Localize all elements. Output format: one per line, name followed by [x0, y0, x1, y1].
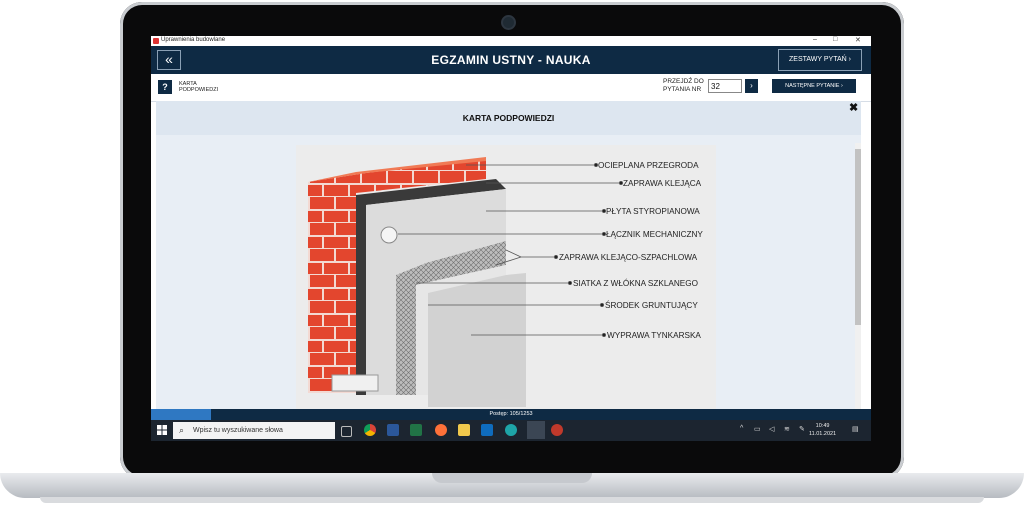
tray-pen-icon[interactable]: ✎ [799, 425, 805, 433]
notifications-icon[interactable]: ▤ [852, 425, 859, 433]
edge-icon[interactable] [505, 424, 517, 436]
tray-wifi-icon[interactable]: ≋ [784, 425, 790, 433]
taskbar-search-input[interactable]: ⌕ Wpisz tu wyszukiwane słowa [173, 422, 335, 439]
toolbar: ? KARTA PODPOWIEDZI PRZEJDŹ DO PYTANIA N… [151, 74, 871, 102]
laptop-shadow [40, 497, 984, 503]
window-title: Uprawnienia budowlane [161, 37, 226, 43]
taskbar-search-placeholder: Wpisz tu wyszukiwane słowa [193, 427, 283, 434]
outlook-icon[interactable] [481, 424, 493, 436]
goto-question-label: PRZEJDŹ DO PYTANIA NR [663, 78, 704, 93]
insulation-diagram: OCIEPLANA PRZEGRODA ZAPRAWA KLEJĄCA PŁYT… [296, 145, 716, 409]
goto-question-button[interactable]: › [745, 79, 758, 93]
windows-taskbar: ⌕ Wpisz tu wyszukiwane słowa ^ ▭ ◁ ≋ ✎ 1… [151, 420, 871, 441]
progress-text: Postęp: 105/1253 [489, 411, 533, 417]
close-window-button[interactable]: ✕ [855, 36, 861, 44]
label-mechanical-anchor: ŁĄCZNIK MECHANICZNY [606, 230, 703, 239]
label-fiberglass-mesh: SIATKA Z WŁÓKNA SZKLANEGO [573, 278, 698, 288]
search-icon: ⌕ [179, 425, 185, 435]
minimize-button[interactable]: – [813, 36, 817, 43]
label-insulated-partition: OCIEPLANA PRZEGRODA [598, 161, 699, 170]
app-icon [153, 38, 159, 44]
screen: Uprawnienia budowlane – □ ✕ « EGZAMIN US… [151, 36, 871, 441]
question-sets-button[interactable]: ZESTAWY PYTAŃ › [778, 49, 862, 71]
hint-card-title: KARTA PODPOWIEDZI [462, 113, 555, 123]
tray-expand-icon[interactable]: ^ [740, 425, 743, 432]
goto-question-input[interactable]: 32 [708, 79, 742, 93]
close-icon[interactable]: ✖ [849, 101, 858, 114]
clock-date: 11.01.2021 [809, 431, 837, 437]
label-primer: ŚRODEK GRUNTUJĄCY [605, 299, 698, 310]
recorder-icon[interactable] [551, 424, 563, 436]
help-card-label: KARTA PODPOWIEDZI [179, 81, 219, 93]
mechanical-anchor [380, 226, 398, 244]
firefox-icon[interactable] [435, 424, 447, 436]
excel-icon[interactable] [410, 424, 422, 436]
wall-layers-illustration: OCIEPLANA PRZEGRODA ZAPRAWA KLEJĄCA PŁYT… [308, 157, 703, 407]
clock-time: 10:49 [815, 423, 830, 429]
label-adhesive-skim-mortar: ZAPRAWA KLEJĄCO-SZPACHLOWA [559, 253, 698, 262]
hint-card-header: KARTA PODPOWIEDZI ✖ [156, 101, 861, 135]
next-question-button[interactable]: NASTĘPNE PYTANIE › [772, 79, 856, 93]
plaster-finish [428, 273, 526, 407]
task-view-icon[interactable] [341, 426, 352, 437]
maximize-button[interactable]: □ [833, 36, 837, 43]
webcam [501, 15, 516, 30]
laptop-notch [432, 473, 592, 483]
page-title: EGZAMIN USTNY - NAUKA [431, 53, 591, 67]
label-plaster-finish: WYPRAWA TYNKARSKA [607, 331, 701, 340]
panel-scrollbar[interactable] [855, 143, 861, 409]
scroll-thumb[interactable] [855, 149, 861, 325]
label-styrofoam-board: PŁYTA STYROPIANOWA [606, 207, 700, 216]
window-titlebar: Uprawnienia budowlane – □ ✕ [151, 36, 871, 46]
help-card-button[interactable]: ? [158, 80, 172, 94]
label-adhesive-mortar: ZAPRAWA KLEJĄCA [623, 179, 702, 188]
uprawnienia-app-icon[interactable] [527, 421, 545, 439]
taskbar-clock[interactable]: 10:49 11.01.2021 [809, 422, 836, 438]
chrome-icon[interactable] [364, 424, 376, 436]
app-header: « EGZAMIN USTNY - NAUKA ZESTAWY PYTAŃ › [151, 46, 871, 74]
progress-bar: Postęp: 105/1253 [151, 409, 871, 420]
windows-start-icon[interactable] [157, 425, 167, 435]
word-icon[interactable] [387, 424, 399, 436]
tray-volume-icon[interactable]: ◁ [769, 425, 774, 433]
file-explorer-icon[interactable] [458, 424, 470, 436]
base-profile [331, 374, 379, 392]
tray-network-icon[interactable]: ▭ [754, 425, 761, 433]
